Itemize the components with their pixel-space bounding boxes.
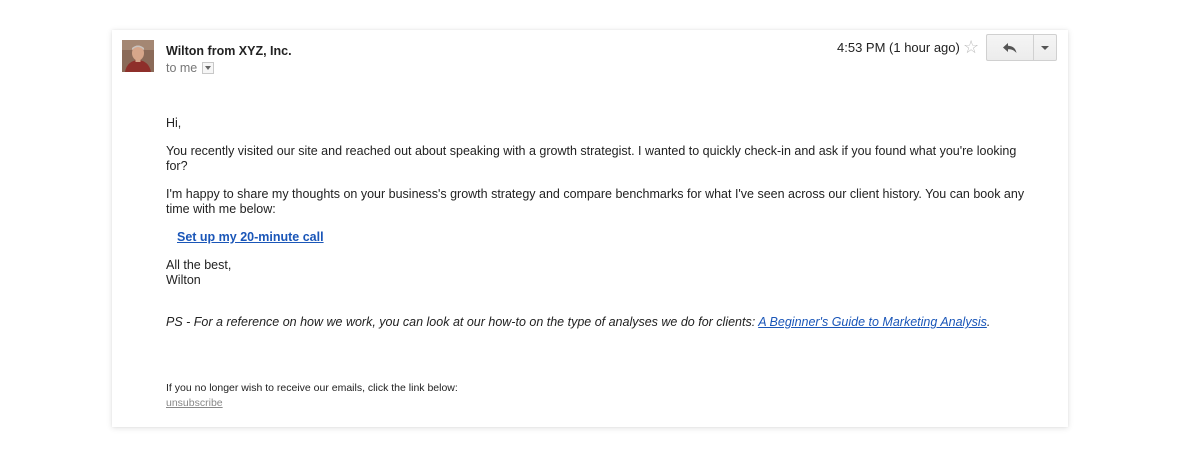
guide-link[interactable]: A Beginner's Guide to Marketing Analysis: [758, 315, 987, 329]
more-options-button[interactable]: [1034, 34, 1057, 61]
postscript-end: .: [986, 315, 991, 329]
message-actions: [986, 34, 1057, 61]
unsubscribe-link[interactable]: unsubscribe: [166, 396, 223, 411]
recipient-details-dropdown-icon[interactable]: [202, 62, 215, 74]
postscript: PS - For a reference on how we work, you…: [166, 315, 1036, 330]
signoff-line-2: Wilton: [166, 273, 201, 287]
email-footer: If you no longer wish to receive our ema…: [166, 381, 458, 411]
recipient-label: to me: [166, 61, 198, 75]
email-body: Hi, You recently visited our site and re…: [166, 116, 1036, 330]
avatar-photo: [122, 40, 154, 72]
recipient-line: to me: [166, 61, 215, 75]
greeting: Hi,: [166, 116, 182, 130]
reply-button[interactable]: [986, 34, 1034, 61]
sender-name[interactable]: Wilton from XYZ, Inc.: [166, 44, 292, 58]
star-icon[interactable]: ☆: [963, 35, 979, 59]
body-paragraph-1: You recently visited our site and reache…: [166, 144, 1017, 173]
reply-arrow-icon: [1003, 42, 1017, 53]
timestamp: 4:53 PM (1 hour ago): [837, 40, 960, 55]
avatar[interactable]: [122, 40, 154, 72]
email-message-card: Wilton from XYZ, Inc. to me 4:53 PM (1 h…: [112, 30, 1068, 427]
body-paragraph-2: I'm happy to share my thoughts on your b…: [166, 187, 1025, 216]
postscript-text: PS - For a reference on how we work, you…: [166, 315, 759, 329]
unsubscribe-notice: If you no longer wish to receive our ema…: [166, 382, 458, 394]
signoff-line-1: All the best,: [166, 258, 232, 272]
caret-down-icon: [1041, 45, 1049, 50]
schedule-call-link[interactable]: Set up my 20-minute call: [177, 230, 324, 245]
